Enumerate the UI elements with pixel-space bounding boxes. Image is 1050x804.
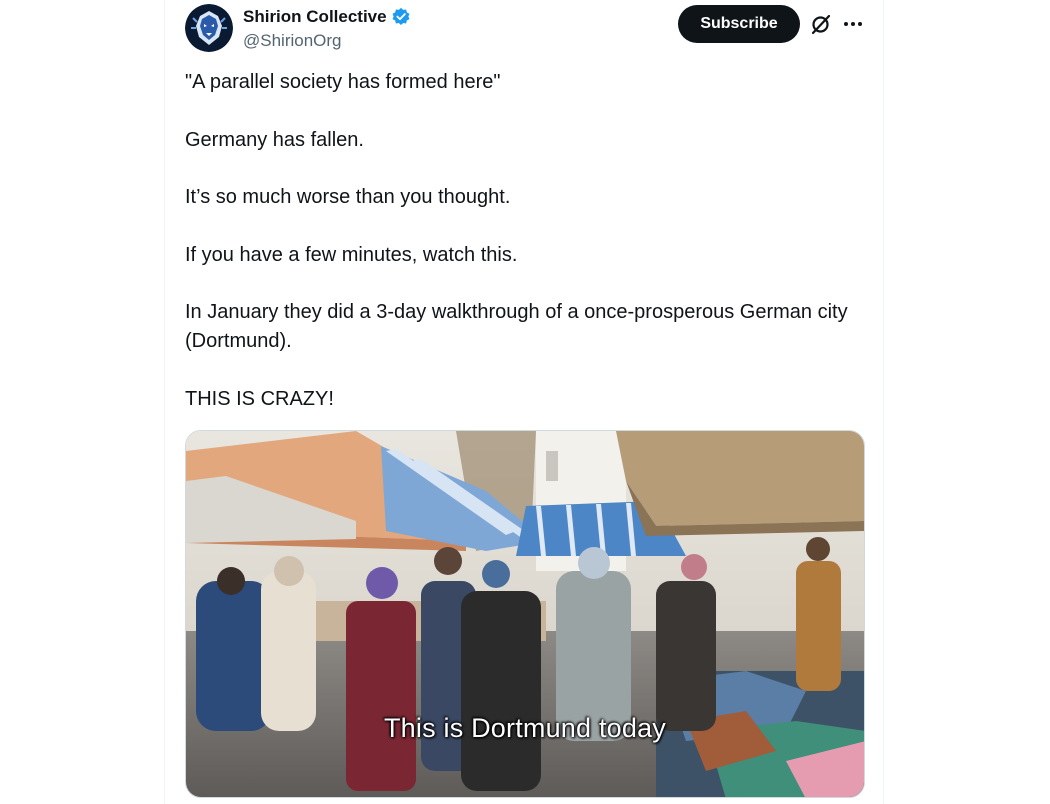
tweet-paragraph: It’s so much worse than you thought.	[185, 186, 511, 208]
subscribe-button[interactable]: Subscribe	[678, 5, 800, 43]
tweet-paragraph: Germany has fallen.	[185, 128, 364, 151]
page: Shirion Collective @ShirionOrg Subscribe	[0, 0, 1050, 804]
tweet-post[interactable]: Shirion Collective @ShirionOrg Subscribe	[164, 0, 884, 804]
display-name-row: Shirion Collective	[243, 6, 411, 28]
more-icon[interactable]	[840, 11, 866, 37]
user-block: Shirion Collective @ShirionOrg	[243, 6, 411, 52]
verified-badge-icon[interactable]	[391, 7, 411, 27]
tweet-text: "A parallel society has formed here" Ger…	[185, 68, 865, 442]
tweet-paragraph: THIS IS CRAZY!	[185, 387, 334, 410]
avatar[interactable]	[185, 4, 233, 52]
video-caption: This is Dortmund today	[383, 713, 666, 743]
grok-icon[interactable]	[808, 11, 834, 37]
tweet-paragraph: If you have a few minutes, watch this.	[185, 243, 518, 266]
display-name[interactable]: Shirion Collective	[243, 6, 387, 28]
tweet-paragraph: In January they did a 3-day walkthrough …	[185, 301, 848, 352]
tweet-paragraph: "A parallel society has formed here"	[185, 71, 501, 93]
video-player[interactable]: This is Dortmund today	[185, 430, 865, 798]
handle[interactable]: @ShirionOrg	[243, 30, 411, 52]
